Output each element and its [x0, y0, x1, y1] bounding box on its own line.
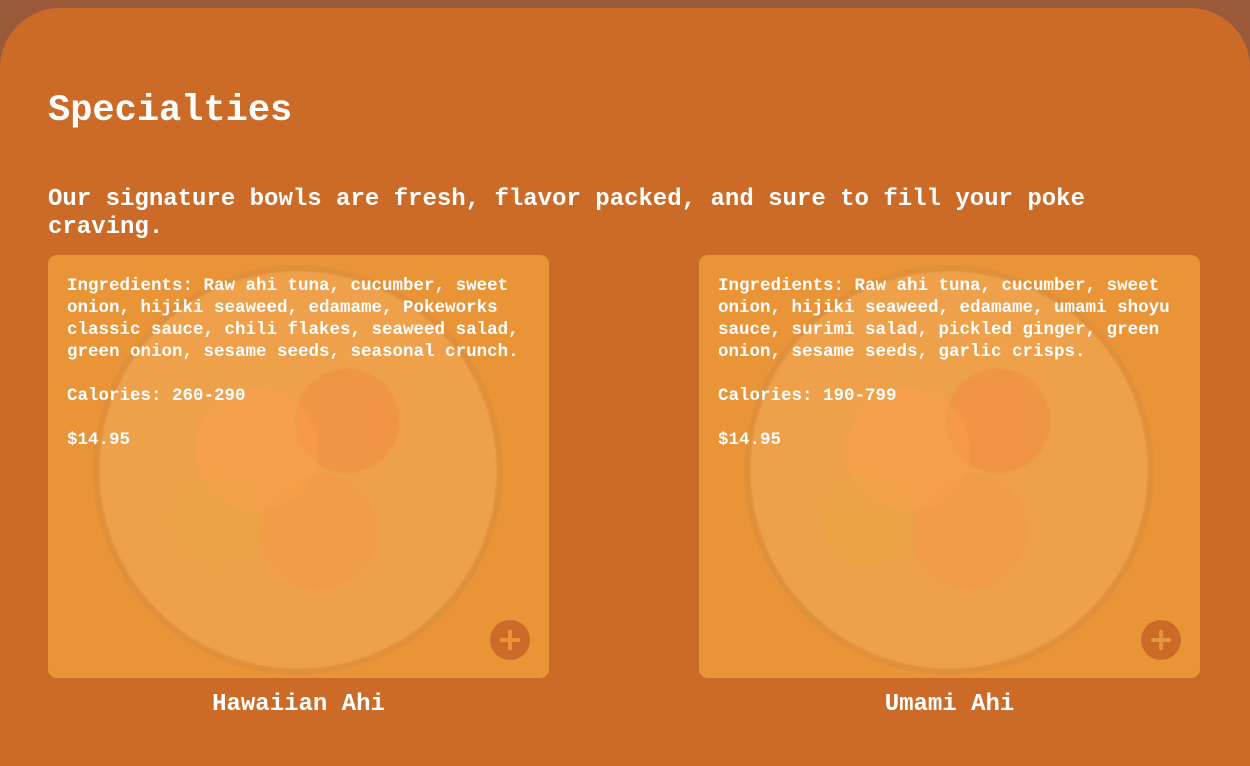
add-to-order-button[interactable]	[490, 620, 530, 660]
ingredients-text: Ingredients: Raw ahi tuna, cucumber, swe…	[67, 276, 519, 362]
section-title: Specialties	[48, 90, 293, 132]
plus-icon	[1151, 630, 1171, 650]
menu-card-umami-ahi[interactable]: Ingredients: Raw ahi tuna, cucumber, swe…	[699, 255, 1200, 678]
calories-text: Calories: 190-799	[718, 386, 897, 406]
card-details: Ingredients: Raw ahi tuna, cucumber, swe…	[718, 275, 1188, 473]
section-subtitle: Our signature bowls are fresh, flavor pa…	[48, 186, 1085, 241]
price-text: $14.95	[718, 430, 782, 450]
ingredients-text: Ingredients: Raw ahi tuna, cucumber, swe…	[718, 276, 1170, 362]
calories-text: Calories: 260-290	[67, 386, 246, 406]
item-name[interactable]: Hawaiian Ahi	[48, 691, 549, 718]
plus-icon	[500, 630, 520, 650]
menu-card-hawaiian-ahi[interactable]: Ingredients: Raw ahi tuna, cucumber, swe…	[48, 255, 549, 678]
price-text: $14.95	[67, 430, 131, 450]
add-to-order-button[interactable]	[1141, 620, 1181, 660]
item-name[interactable]: Umami Ahi	[699, 691, 1200, 718]
card-details: Ingredients: Raw ahi tuna, cucumber, swe…	[67, 275, 537, 473]
